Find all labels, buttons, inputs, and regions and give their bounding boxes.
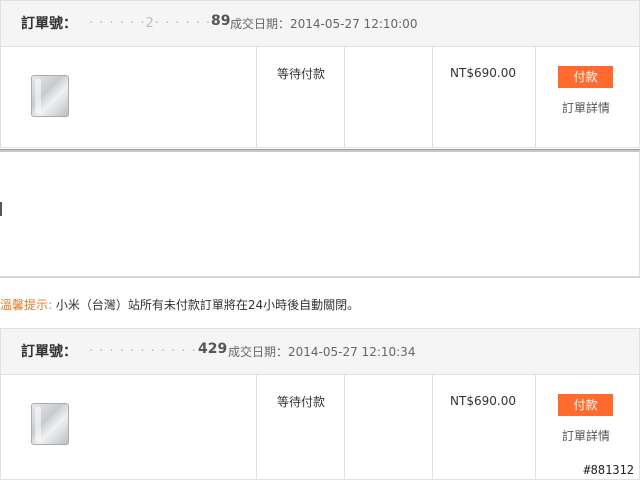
order-number-tail: 89: [211, 13, 231, 29]
cell-divider: [344, 375, 345, 479]
cell-divider: [432, 375, 433, 479]
order-status: 等待付款: [276, 395, 325, 409]
product-image[interactable]: [31, 403, 69, 445]
orders-page: 訂單號： · · · · · ·2· · · · · · · · 89 成交日期…: [0, 0, 640, 480]
order-detail-link[interactable]: 訂單詳情: [547, 99, 625, 116]
notice-text: 小米（台灣）站所有未付款訂單將在24小時後自動關閉。: [52, 298, 360, 312]
order-header: 訂單號： · · · · · · · · · · · · · · 429 成交日…: [0, 328, 640, 375]
order-detail-link[interactable]: 訂單詳情: [547, 427, 625, 444]
watermark: #881312: [583, 463, 634, 477]
notice: 溫馨提示: 小米（台灣）站所有未付款訂單將在24小時後自動關閉。: [0, 296, 359, 313]
cell-divider: [432, 47, 433, 147]
order-number-tail: 429: [198, 341, 228, 357]
edge-mark: [0, 202, 2, 216]
order-date: 成交日期：2014-05-27 12:10:34: [228, 345, 416, 359]
order-row: 等待付款 NT$690.00 付款 訂單詳情: [0, 47, 640, 148]
order-header: 訂單號： · · · · · ·2· · · · · · · · 89 成交日期…: [0, 0, 640, 47]
order-number-label: 訂單號：: [21, 16, 77, 32]
cell-divider: [256, 47, 257, 147]
cell-divider: [256, 375, 257, 479]
cell-divider: [535, 375, 536, 479]
order-status: 等待付款: [276, 67, 325, 81]
blank-panel: [0, 150, 640, 278]
notice-tip-label: 溫馨提示:: [0, 298, 53, 312]
order-price: NT$690.00: [450, 66, 516, 80]
product-image[interactable]: [31, 75, 69, 117]
pay-button[interactable]: 付款: [558, 394, 613, 416]
order-price: NT$690.00: [450, 394, 516, 408]
cell-divider: [344, 47, 345, 147]
pay-button[interactable]: 付款: [558, 66, 613, 88]
order-date: 成交日期：2014-05-27 12:10:00: [230, 17, 418, 31]
order-row: 等待付款 NT$690.00 付款 訂單詳情: [0, 375, 640, 480]
cell-divider: [535, 47, 536, 147]
order-number-label: 訂單號：: [21, 344, 77, 360]
